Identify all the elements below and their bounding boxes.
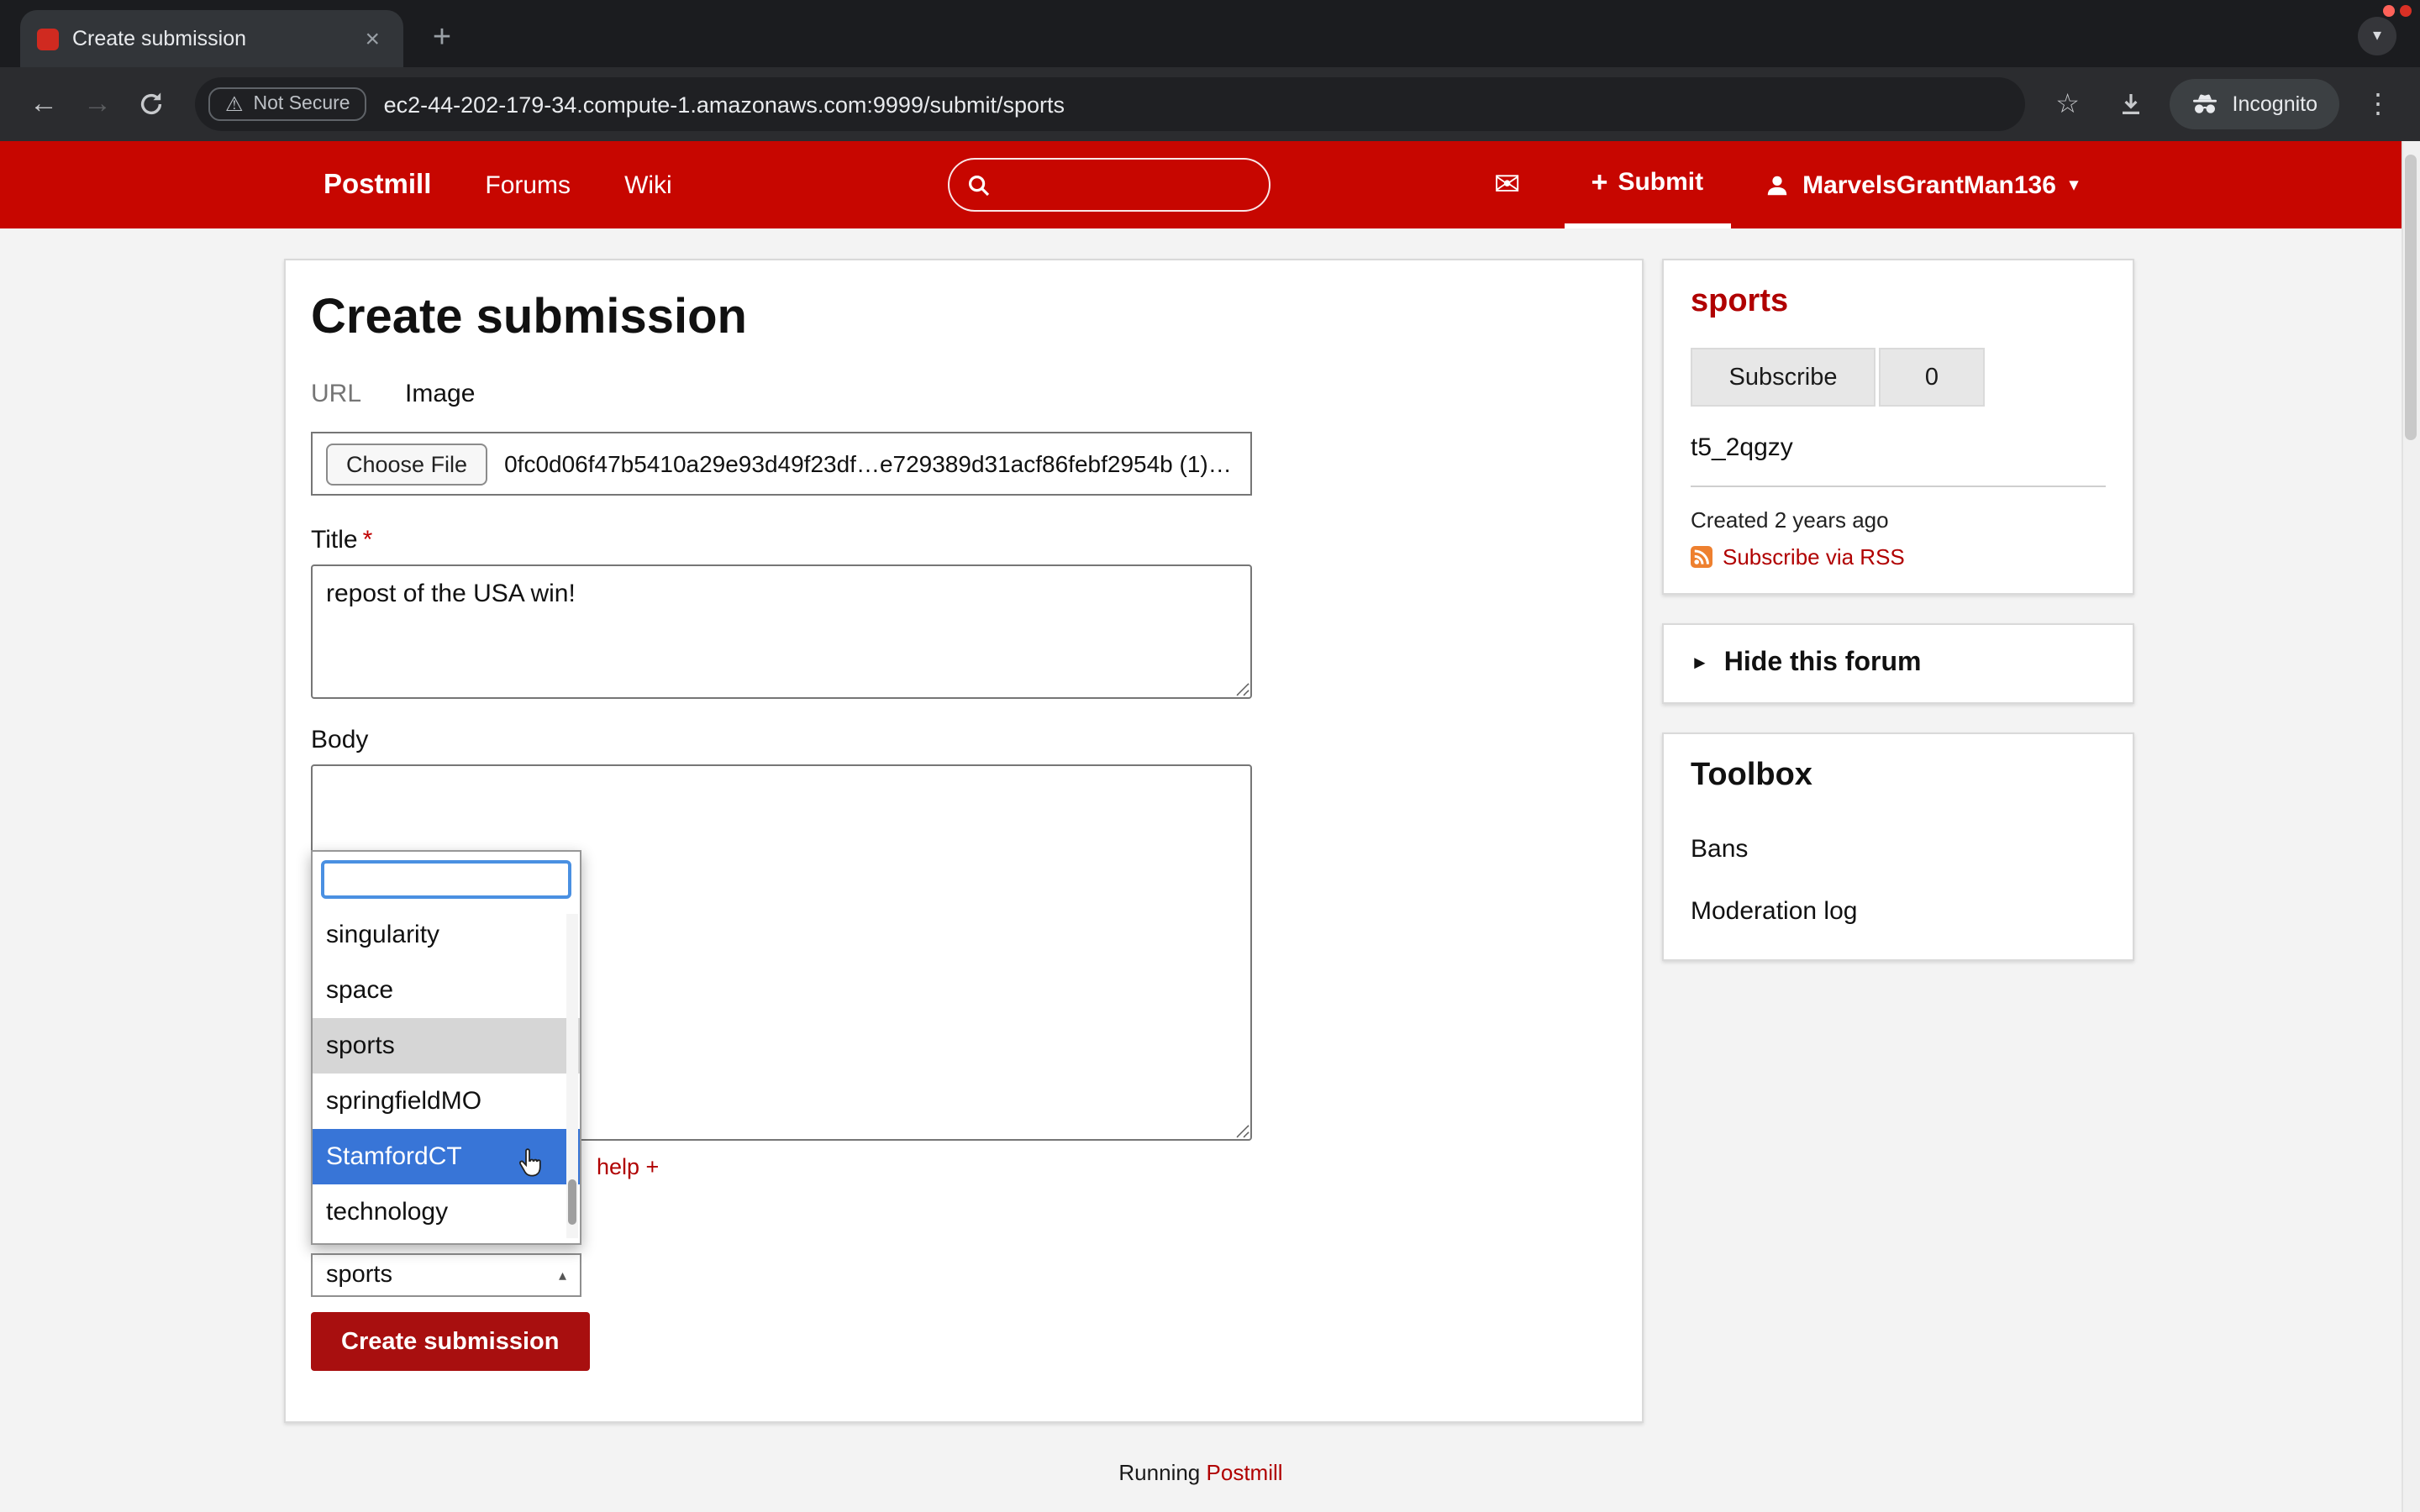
- create-submission-button[interactable]: Create submission: [311, 1312, 590, 1371]
- dropdown-option[interactable]: singularity: [313, 907, 580, 963]
- triangle-right-icon: ►: [1691, 654, 1709, 674]
- page-body: Create submission URL Image Choose File …: [0, 228, 2402, 1512]
- site-search[interactable]: [948, 158, 1271, 212]
- forum-created: Created 2 years ago: [1691, 507, 1889, 533]
- nav-link-wiki[interactable]: Wiki: [624, 171, 672, 199]
- tab-favicon-icon: [37, 28, 59, 50]
- username-label: MarvelsGrantMan136: [1802, 171, 2056, 199]
- bookmark-star-icon[interactable]: ☆: [2043, 79, 2093, 129]
- status-indicator-dots: [2383, 5, 2412, 17]
- dropdown-scrollbar[interactable]: [566, 914, 578, 1238]
- messages-icon[interactable]: ✉: [1494, 169, 1521, 201]
- not-secure-label: Not Secure: [253, 94, 350, 114]
- not-secure-chip[interactable]: ⚠ Not Secure: [208, 87, 367, 121]
- footer-running-label: Running: [1118, 1460, 1201, 1485]
- nav-submit-link[interactable]: + Submit: [1564, 141, 1731, 228]
- forward-button[interactable]: →: [71, 77, 124, 131]
- dropdown-option[interactable]: technology: [313, 1184, 580, 1240]
- reload-button[interactable]: [124, 77, 178, 131]
- body-label: Body: [311, 726, 369, 754]
- subscribe-button[interactable]: Subscribe: [1691, 348, 1876, 407]
- footer: Running Postmill: [284, 1460, 2402, 1485]
- toolbox-item-bans[interactable]: Bans: [1691, 835, 2106, 864]
- tab-search-button[interactable]: ▾: [2358, 17, 2396, 55]
- tab-title: Create submission: [72, 27, 247, 50]
- choose-file-button[interactable]: Choose File: [326, 443, 488, 485]
- nav-link-forums[interactable]: Forums: [485, 171, 571, 199]
- toolbox-card: Toolbox Bans Moderation log: [1662, 732, 2134, 961]
- browser-tabstrip: Create submission × + ▾: [0, 0, 2420, 67]
- search-input[interactable]: [1003, 172, 1239, 197]
- downloads-button[interactable]: [2107, 79, 2157, 129]
- incognito-badge: Incognito: [2170, 79, 2339, 129]
- hide-forum-card: ► Hide this forum: [1662, 623, 2134, 704]
- toolbox-item-moderation-log[interactable]: Moderation log: [1691, 897, 2106, 926]
- dropdown-option[interactable]: springfieldMO: [313, 1074, 580, 1129]
- browser-menu-button[interactable]: ⋮: [2353, 79, 2403, 129]
- file-input[interactable]: Choose File 0fc0d06f47b5410a29e93d49f23d…: [311, 432, 1252, 496]
- toolbar-actions: ☆ Incognito ⋮: [2043, 79, 2403, 129]
- title-label: Title *: [311, 526, 373, 554]
- rss-icon: [1691, 546, 1712, 568]
- brand-link[interactable]: Postmill: [324, 169, 431, 201]
- hide-forum-toggle[interactable]: ► Hide this forum: [1691, 648, 2106, 679]
- indicator-dot: [2383, 5, 2395, 17]
- url-text[interactable]: ec2-44-202-179-34.compute-1.amazonaws.co…: [384, 92, 1065, 117]
- page-scrollbar-thumb[interactable]: [2405, 155, 2417, 440]
- submission-type-tabs: URL Image: [311, 380, 1608, 408]
- incognito-icon: [2193, 94, 2217, 113]
- dropdown-option[interactable]: space: [313, 963, 580, 1018]
- browser-tab[interactable]: Create submission ×: [20, 10, 403, 67]
- forum-name[interactable]: sports: [1691, 284, 2106, 321]
- new-tab-button[interactable]: +: [420, 20, 464, 57]
- dropdown-search-input[interactable]: [321, 860, 571, 899]
- mouse-cursor: [518, 1147, 543, 1186]
- formatting-help-link[interactable]: help +: [597, 1154, 659, 1179]
- tab-image[interactable]: Image: [405, 380, 475, 408]
- incognito-label: Incognito: [2232, 92, 2317, 116]
- warning-icon: ⚠: [225, 92, 244, 116]
- plus-icon: +: [1591, 165, 1608, 197]
- screen: Create submission × + ▾ ← → ⚠ Not Secure…: [0, 0, 2420, 1512]
- create-submission-card: Create submission URL Image Choose File …: [284, 259, 1644, 1423]
- site: Postmill Forums Wiki ✉ + Submit MarvelsG…: [0, 141, 2402, 1512]
- page-title: Create submission: [311, 291, 747, 344]
- divider: [1691, 486, 2106, 487]
- browser-toolbar: ← → ⚠ Not Secure ec2-44-202-179-34.compu…: [0, 67, 2420, 141]
- sidebar: sports Subscribe 0 t5_2qgzy Created 2 ye…: [1662, 259, 2134, 961]
- title-textarea[interactable]: repost of the USA win!: [311, 564, 1252, 699]
- rss-link[interactable]: Subscribe via RSS: [1723, 544, 1905, 570]
- site-navbar: Postmill Forums Wiki ✉ + Submit MarvelsG…: [0, 141, 2402, 228]
- user-icon: [1766, 175, 1786, 195]
- toolbox-title: Toolbox: [1691, 758, 1812, 793]
- tab-close-icon[interactable]: ×: [358, 23, 387, 55]
- indicator-dot: [2400, 5, 2412, 17]
- forum-title: t5_2qgzy: [1691, 433, 1793, 462]
- chevron-down-icon: ▾: [2069, 176, 2078, 194]
- file-name: 0fc0d06f47b5410a29e93d49f23df…e729389d31…: [504, 450, 1237, 477]
- nav-submit-label: Submit: [1618, 168, 1704, 197]
- tab-url[interactable]: URL: [311, 380, 361, 408]
- forum-select[interactable]: sports ▴: [311, 1253, 581, 1297]
- required-mark: *: [362, 526, 373, 554]
- search-icon: [969, 175, 990, 196]
- reload-icon: [140, 92, 162, 115]
- dropdown-option-selected[interactable]: sports: [313, 1018, 580, 1074]
- hide-forum-label: Hide this forum: [1723, 648, 1922, 677]
- page-scrollbar[interactable]: [2402, 141, 2420, 1512]
- user-menu[interactable]: MarvelsGrantMan136 ▾: [1764, 171, 2078, 199]
- address-bar[interactable]: ⚠ Not Secure ec2-44-202-179-34.compute-1…: [195, 77, 2026, 131]
- subscriber-count[interactable]: 0: [1879, 348, 1985, 407]
- chevron-up-icon: ▴: [558, 1266, 566, 1283]
- footer-postmill-link[interactable]: Postmill: [1207, 1460, 1283, 1485]
- dropdown-scrollbar-thumb[interactable]: [568, 1179, 576, 1225]
- forum-select-value: sports: [326, 1262, 392, 1289]
- forum-info-card: sports Subscribe 0 t5_2qgzy Created 2 ye…: [1662, 259, 2134, 595]
- back-button[interactable]: ←: [17, 77, 71, 131]
- download-icon: [2123, 94, 2140, 114]
